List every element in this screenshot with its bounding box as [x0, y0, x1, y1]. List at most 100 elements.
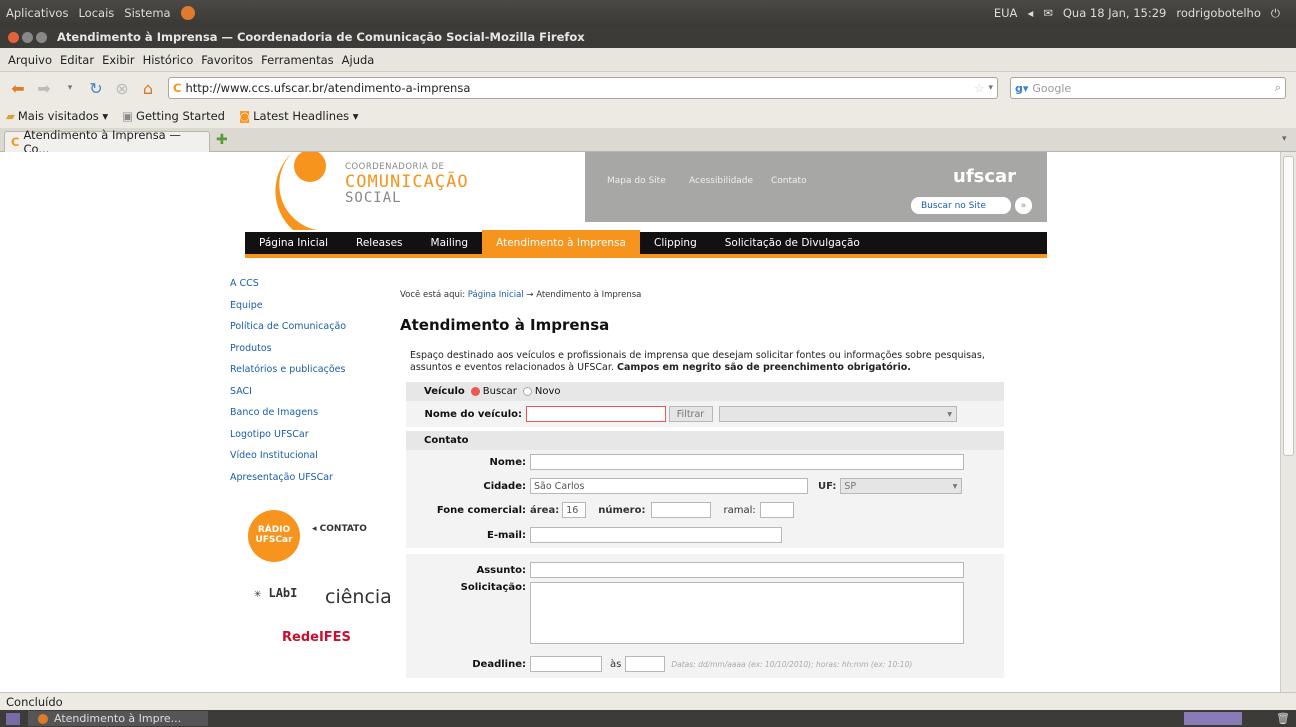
sidenav-video[interactable]: Vídeo Institucional [230, 450, 390, 472]
nav-mailing[interactable]: Mailing [417, 230, 483, 256]
filtrar-button[interactable]: Filtrar [669, 406, 713, 422]
nav-clipping[interactable]: Clipping [640, 230, 711, 256]
contato-logo[interactable]: ◂ CONTATO [312, 524, 367, 534]
veiculo-select[interactable]: ▾ [719, 406, 957, 422]
volume-icon[interactable]: ◂ [1027, 6, 1033, 20]
radio-buscar[interactable]: Buscar [470, 386, 517, 397]
site-search-input[interactable]: Buscar no Site [911, 197, 1011, 214]
row-solicitacao: Solicitação: [406, 582, 1004, 644]
menu-ferramentas[interactable]: Ferramentas [261, 53, 333, 67]
ccs-logo[interactable]: COORDENADORIA DE COMUNICAÇÃO SOCIAL [245, 152, 585, 230]
taskbar-firefox-item[interactable]: Atendimento à Impre... [28, 711, 208, 726]
search-bar[interactable]: g▾ Google ⌕ [1010, 77, 1286, 99]
keyboard-layout[interactable]: EUA [994, 6, 1018, 20]
menu-arquivo[interactable]: Arquivo [8, 53, 52, 67]
url-bar[interactable]: C http://www.ccs.ufscar.br/atendimento-a… [168, 77, 998, 99]
search-engine-icon[interactable]: g▾ [1015, 82, 1028, 95]
tab-list-icon[interactable]: ▾ [1282, 134, 1287, 144]
clock[interactable]: Qua 18 Jan, 15:29 [1063, 6, 1167, 20]
trash-icon[interactable]: 🗑 [1276, 712, 1290, 725]
menu-editar[interactable]: Editar [60, 53, 94, 67]
solicitacao-textarea[interactable] [530, 582, 964, 644]
cidade-input[interactable]: São Carlos [530, 478, 808, 494]
side-nav: A CCS Equipe Política de Comunicação Pro… [230, 278, 390, 493]
reload-icon[interactable]: ↻ [84, 77, 108, 99]
user-menu[interactable]: rodrigobotelho [1176, 6, 1261, 20]
sidenav-logotipo[interactable]: Logotipo UFSCar [230, 429, 390, 451]
link-contato[interactable]: Contato [771, 176, 807, 186]
show-desktop-icon[interactable] [6, 712, 20, 725]
uf-select[interactable]: SP ▾ [840, 478, 963, 494]
radio-novo[interactable]: Novo [522, 386, 561, 397]
scrollbar-thumb[interactable] [1283, 156, 1294, 456]
labi-logo[interactable]: ✳ LAbI [254, 586, 297, 600]
sidenav-banco-imagens[interactable]: Banco de Imagens [230, 407, 390, 429]
site-search-button[interactable]: » [1015, 197, 1032, 214]
maximize-window-button[interactable] [36, 31, 47, 43]
search-icon[interactable]: ⌕ [1275, 81, 1281, 95]
radio-ufscar-logo[interactable]: RÁDIO UFSCar [248, 510, 300, 562]
menu-ajuda[interactable]: Ajuda [342, 53, 375, 67]
nome-veiculo-input[interactable] [526, 406, 666, 422]
deadline-time-input[interactable] [625, 656, 666, 672]
forward-icon[interactable]: ➡ [32, 77, 56, 99]
stop-icon[interactable]: ⊗ [110, 77, 134, 99]
logo-line3: SOCIAL [345, 190, 402, 206]
sidenav-politica[interactable]: Política de Comunicação [230, 321, 390, 343]
tab-atendimento[interactable]: C Atendimento à Imprensa — Co... [4, 128, 210, 156]
sidenav-apresentacao[interactable]: Apresentação UFSCar [230, 472, 390, 494]
chevron-down-icon: ▾ [952, 480, 958, 492]
back-icon[interactable]: ⬅ [6, 77, 30, 99]
sidenav-a-ccs[interactable]: A CCS [230, 278, 390, 300]
contato-fields: Nome: Cidade: São Carlos UF: SP ▾ Fone co… [406, 450, 1004, 548]
nav-pagina-inicial[interactable]: Página Inicial [245, 230, 342, 256]
nome-input[interactable] [530, 454, 964, 470]
close-window-button[interactable] [8, 31, 19, 43]
bookmark-getting-started[interactable]: ▣ Getting Started [122, 109, 225, 123]
url-dropdown-icon[interactable]: ▾ [988, 83, 993, 93]
minimize-window-button[interactable] [22, 31, 33, 43]
mail-icon[interactable]: ✉ [1043, 6, 1053, 20]
label-fone: Fone comercial: [436, 504, 526, 516]
label-email: E-mail: [486, 529, 526, 541]
bookmark-latest-headlines[interactable]: ◙ Latest Headlines ▾ [239, 109, 359, 123]
numero-input[interactable] [651, 502, 712, 518]
main-nav: Página Inicial Releases Mailing Atendime… [245, 230, 1047, 258]
bookmark-mais-visitados[interactable]: ▰ Mais visitados ▾ [6, 109, 108, 123]
bookmark-star-icon[interactable]: ☆ [974, 81, 984, 95]
nav-solicitacao[interactable]: Solicitação de Divulgação [711, 230, 874, 256]
sidenav-equipe[interactable]: Equipe [230, 300, 390, 322]
sidenav-produtos[interactable]: Produtos [230, 343, 390, 365]
sidenav-relatorios[interactable]: Relatórios e publicações [230, 364, 390, 386]
new-tab-icon[interactable]: ✚ [216, 132, 228, 148]
firefox-launcher-icon[interactable] [180, 6, 195, 20]
power-icon[interactable]: ⏻ [1271, 6, 1280, 21]
radio-checked-icon [470, 387, 480, 396]
area-input[interactable]: 16 [562, 502, 587, 518]
ciencia-logo[interactable]: ciência [325, 586, 392, 608]
tab-favicon-icon: C [11, 135, 20, 149]
system-menu[interactable]: Sistema [124, 6, 170, 20]
applications-menu[interactable]: Aplicativos [6, 6, 68, 20]
history-dropdown-icon[interactable]: ▾ [58, 77, 82, 99]
ramal-input[interactable] [759, 502, 794, 518]
assunto-input[interactable] [530, 562, 964, 578]
nav-releases[interactable]: Releases [342, 230, 417, 256]
menu-favoritos[interactable]: Favoritos [201, 53, 253, 67]
places-menu[interactable]: Locais [78, 6, 114, 20]
menu-exibir[interactable]: Exibir [102, 53, 135, 67]
breadcrumb-link-home[interactable]: Página Inicial [468, 290, 524, 300]
menu-historico[interactable]: Histórico [143, 53, 194, 67]
home-icon[interactable]: ⌂ [136, 77, 160, 99]
ufscar-logo[interactable]: ufscar [953, 166, 1016, 187]
deadline-date-input[interactable] [530, 656, 602, 672]
redeifes-logo[interactable]: RedeIFES [282, 630, 351, 645]
link-mapa-site[interactable]: Mapa do Site [607, 176, 666, 186]
nav-atendimento[interactable]: Atendimento à Imprensa [482, 230, 640, 256]
link-acessibilidade[interactable]: Acessibilidade [689, 176, 753, 186]
sidenav-saci[interactable]: SACI [230, 386, 390, 408]
workspace-switcher[interactable] [1184, 712, 1243, 725]
press-form: Veículo Buscar Novo Nome do veículo: Fil… [406, 382, 1004, 678]
page-scrollbar[interactable] [1280, 152, 1296, 692]
email-input[interactable] [530, 527, 782, 543]
